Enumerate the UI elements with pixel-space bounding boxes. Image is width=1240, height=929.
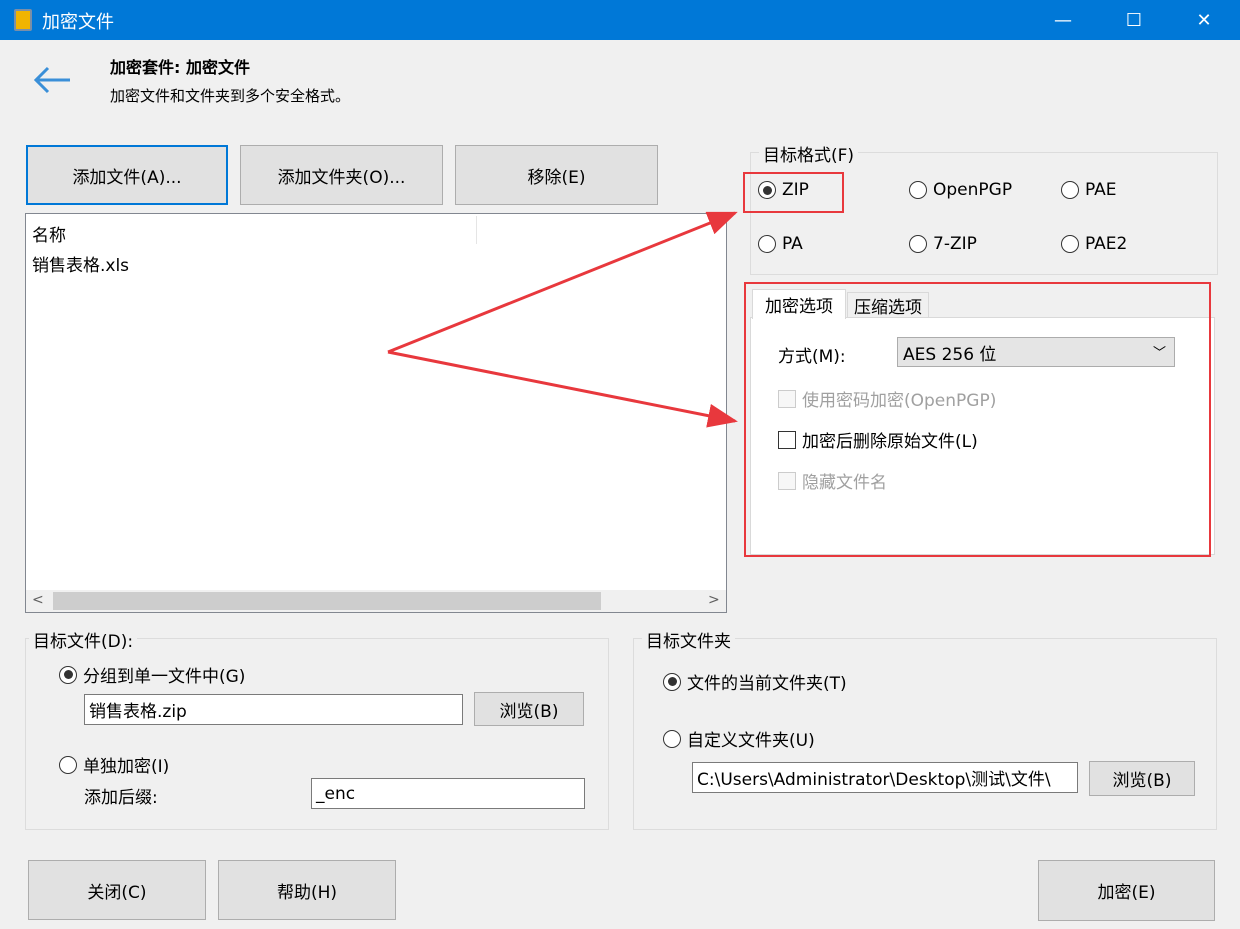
add-folder-button[interactable]: 添加文件夹(O)... <box>240 145 443 205</box>
encrypt-button[interactable]: 加密(E) <box>1038 860 1215 921</box>
close-button[interactable]: 关闭(C) <box>28 860 206 920</box>
suffix-label: 添加后缀: <box>84 788 158 808</box>
scroll-right-icon[interactable]: > <box>708 592 720 608</box>
individual-encrypt-radio[interactable]: 单独加密(I) <box>59 752 169 777</box>
format-pae2-radio[interactable]: PAE2 <box>1061 234 1127 254</box>
back-arrow-icon[interactable] <box>32 64 72 96</box>
scroll-left-icon[interactable]: < <box>32 592 44 608</box>
title-bar: 加密文件 — ☐ ✕ <box>0 0 1240 40</box>
format-openpgp-radio[interactable]: OpenPGP <box>909 180 1012 200</box>
browse-file-button[interactable]: 浏览(B) <box>474 692 584 726</box>
target-filename-input[interactable]: 销售表格.zip <box>84 694 463 725</box>
target-format-group <box>750 152 1218 275</box>
column-header-name[interactable]: 名称 <box>32 221 66 246</box>
target-folder-legend: 目标文件夹 <box>642 627 735 652</box>
page-title: 加密套件: 加密文件 <box>110 58 250 77</box>
maximize-button[interactable]: ☐ <box>1111 0 1157 40</box>
suffix-input[interactable]: _enc <box>311 778 585 809</box>
minimize-button[interactable]: — <box>1040 0 1086 40</box>
close-window-button[interactable]: ✕ <box>1181 0 1227 40</box>
app-icon <box>14 9 32 31</box>
highlight-box-options <box>744 282 1211 557</box>
format-pa-radio[interactable]: PA <box>758 234 803 254</box>
add-file-button[interactable]: 添加文件(A)... <box>26 145 228 205</box>
horizontal-scrollbar[interactable]: < > <box>26 590 726 612</box>
target-file-legend: 目标文件(D): <box>29 627 138 652</box>
browse-folder-button[interactable]: 浏览(B) <box>1089 761 1195 796</box>
format-pae-radio[interactable]: PAE <box>1061 180 1117 200</box>
group-single-file-radio[interactable]: 分组到单一文件中(G) <box>59 662 245 687</box>
page-subtitle: 加密文件和文件夹到多个安全格式。 <box>110 87 351 105</box>
column-divider[interactable] <box>476 216 477 244</box>
remove-button[interactable]: 移除(E) <box>455 145 658 205</box>
help-button[interactable]: 帮助(H) <box>218 860 396 920</box>
list-item[interactable]: 销售表格.xls <box>32 251 129 276</box>
highlight-box-zip <box>743 172 844 213</box>
target-format-legend: 目标格式(F) <box>759 141 859 166</box>
custom-folder-path-input[interactable]: C:\Users\Administrator\Desktop\测试\文件\ <box>692 762 1078 793</box>
window-title: 加密文件 <box>42 12 114 33</box>
custom-folder-radio[interactable]: 自定义文件夹(U) <box>663 726 815 751</box>
format-7zip-radio[interactable]: 7-ZIP <box>909 234 977 254</box>
scrollbar-thumb[interactable] <box>53 592 601 610</box>
file-list[interactable]: 名称 销售表格.xls < > <box>25 213 727 613</box>
current-folder-radio[interactable]: 文件的当前文件夹(T) <box>663 669 847 694</box>
